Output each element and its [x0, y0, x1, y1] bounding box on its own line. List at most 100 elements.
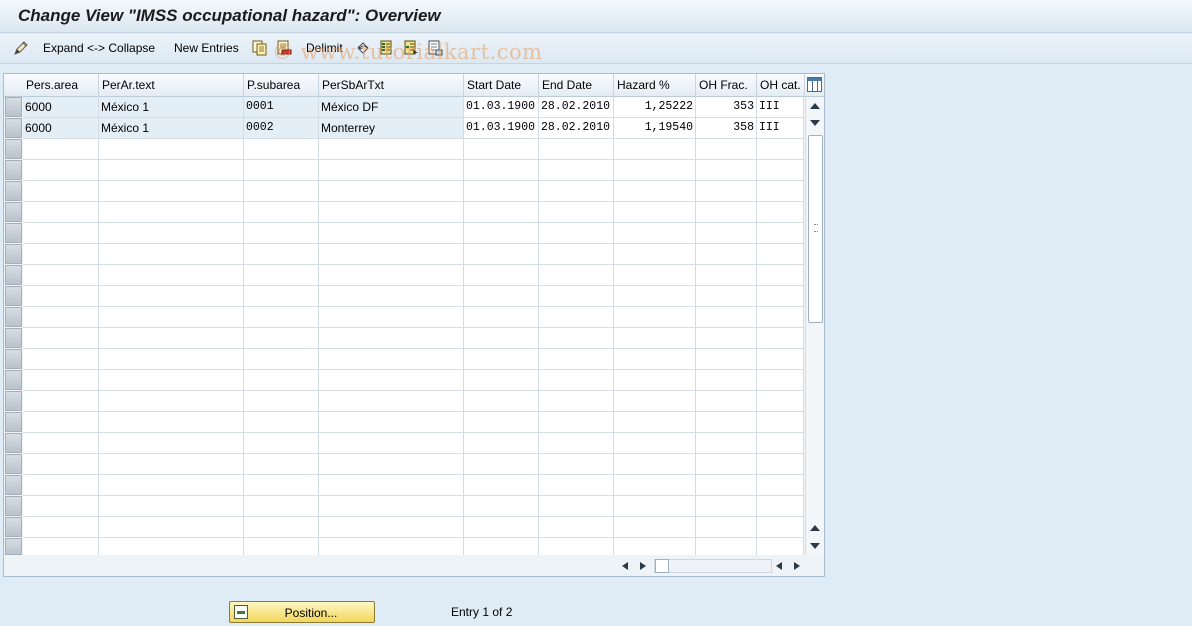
row-selector[interactable]: [5, 202, 22, 222]
cell-oh-cat[interactable]: III: [757, 118, 804, 139]
empty-cell[interactable]: [757, 223, 804, 244]
row-selector[interactable]: [5, 286, 22, 306]
empty-cell[interactable]: [23, 286, 99, 307]
vertical-scroll-thumb[interactable]: [808, 135, 823, 323]
empty-cell[interactable]: [464, 538, 539, 555]
empty-cell[interactable]: [539, 496, 614, 517]
empty-cell[interactable]: [539, 454, 614, 475]
empty-cell[interactable]: [23, 349, 99, 370]
empty-cell[interactable]: [614, 244, 696, 265]
empty-cell[interactable]: [696, 307, 757, 328]
empty-cell[interactable]: [244, 433, 319, 454]
empty-cell[interactable]: [319, 391, 464, 412]
empty-cell[interactable]: [99, 433, 244, 454]
empty-cell[interactable]: [696, 538, 757, 555]
empty-cell[interactable]: [464, 139, 539, 160]
empty-cell[interactable]: [244, 265, 319, 286]
empty-cell[interactable]: [539, 412, 614, 433]
row-selector[interactable]: [5, 475, 22, 495]
empty-cell[interactable]: [539, 160, 614, 181]
empty-cell[interactable]: [539, 223, 614, 244]
row-selector[interactable]: [5, 139, 22, 159]
empty-cell[interactable]: [696, 286, 757, 307]
empty-cell[interactable]: [696, 391, 757, 412]
empty-cell[interactable]: [23, 307, 99, 328]
empty-cell[interactable]: [757, 475, 804, 496]
empty-cell[interactable]: [614, 349, 696, 370]
cell-hazard-percent[interactable]: 1,25222: [614, 97, 696, 118]
empty-cell[interactable]: [319, 181, 464, 202]
empty-cell[interactable]: [99, 223, 244, 244]
delete-icon[interactable]: [276, 40, 292, 56]
empty-cell[interactable]: [757, 328, 804, 349]
empty-cell[interactable]: [244, 538, 319, 555]
empty-cell[interactable]: [319, 244, 464, 265]
empty-cell[interactable]: [539, 286, 614, 307]
empty-cell[interactable]: [757, 517, 804, 538]
empty-cell[interactable]: [539, 475, 614, 496]
empty-cell[interactable]: [539, 307, 614, 328]
column-header-hazard-percent[interactable]: Hazard %: [614, 74, 696, 97]
empty-cell[interactable]: [464, 517, 539, 538]
empty-cell[interactable]: [614, 223, 696, 244]
scroll-right-first-icon[interactable]: [640, 562, 646, 570]
scroll-left-last-icon[interactable]: [776, 562, 782, 570]
copy-icon[interactable]: [252, 40, 268, 56]
empty-cell[interactable]: [696, 349, 757, 370]
empty-cell[interactable]: [99, 496, 244, 517]
empty-cell[interactable]: [244, 328, 319, 349]
cell-oh-cat[interactable]: III: [757, 97, 804, 118]
row-selector[interactable]: [5, 391, 22, 411]
empty-cell[interactable]: [319, 412, 464, 433]
empty-cell[interactable]: [99, 244, 244, 265]
column-header-start-date[interactable]: Start Date: [464, 74, 539, 97]
empty-cell[interactable]: [23, 202, 99, 223]
empty-cell[interactable]: [319, 517, 464, 538]
empty-cell[interactable]: [539, 538, 614, 555]
empty-cell[interactable]: [464, 454, 539, 475]
empty-cell[interactable]: [464, 391, 539, 412]
empty-cell[interactable]: [757, 454, 804, 475]
column-header-pers-area[interactable]: Pers.area: [23, 74, 99, 97]
empty-cell[interactable]: [757, 412, 804, 433]
empty-cell[interactable]: [319, 433, 464, 454]
empty-cell[interactable]: [614, 265, 696, 286]
empty-cell[interactable]: [99, 202, 244, 223]
empty-cell[interactable]: [319, 454, 464, 475]
empty-cell[interactable]: [614, 160, 696, 181]
empty-cell[interactable]: [539, 181, 614, 202]
empty-cell[interactable]: [464, 328, 539, 349]
empty-cell[interactable]: [539, 139, 614, 160]
empty-cell[interactable]: [614, 475, 696, 496]
empty-cell[interactable]: [23, 433, 99, 454]
column-header-p-subarea[interactable]: P.subarea: [244, 74, 319, 97]
empty-cell[interactable]: [539, 328, 614, 349]
empty-cell[interactable]: [539, 265, 614, 286]
empty-cell[interactable]: [696, 244, 757, 265]
empty-cell[interactable]: [319, 223, 464, 244]
empty-cell[interactable]: [464, 160, 539, 181]
empty-cell[interactable]: [757, 349, 804, 370]
empty-cell[interactable]: [757, 433, 804, 454]
scroll-down-top-icon[interactable]: [810, 120, 820, 126]
new-entries-button[interactable]: New Entries: [174, 41, 239, 55]
empty-cell[interactable]: [696, 181, 757, 202]
empty-cell[interactable]: [696, 433, 757, 454]
empty-cell[interactable]: [614, 433, 696, 454]
empty-cell[interactable]: [244, 517, 319, 538]
empty-cell[interactable]: [244, 454, 319, 475]
empty-cell[interactable]: [319, 265, 464, 286]
empty-cell[interactable]: [319, 139, 464, 160]
empty-cell[interactable]: [614, 307, 696, 328]
empty-cell[interactable]: [99, 349, 244, 370]
row-selector[interactable]: [5, 265, 22, 285]
empty-cell[interactable]: [757, 181, 804, 202]
empty-cell[interactable]: [539, 391, 614, 412]
empty-cell[interactable]: [23, 412, 99, 433]
empty-cell[interactable]: [244, 370, 319, 391]
empty-cell[interactable]: [757, 370, 804, 391]
empty-cell[interactable]: [614, 538, 696, 555]
empty-cell[interactable]: [464, 181, 539, 202]
empty-cell[interactable]: [614, 517, 696, 538]
empty-cell[interactable]: [99, 454, 244, 475]
